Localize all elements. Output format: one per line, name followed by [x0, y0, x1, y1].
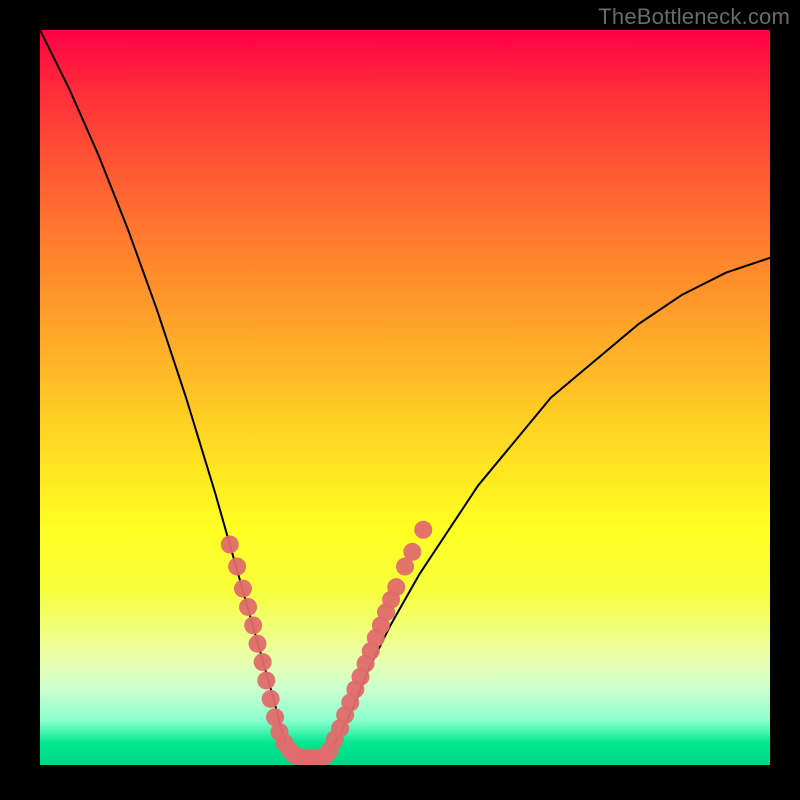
- marker-point: [244, 616, 262, 634]
- marker-point: [414, 521, 432, 539]
- marker-point: [254, 653, 272, 671]
- marker-point: [403, 543, 421, 561]
- curve-layer: [40, 30, 770, 758]
- marker-point: [221, 536, 239, 554]
- plot-area: [40, 30, 770, 765]
- chart-svg: [40, 30, 770, 765]
- marker-point: [228, 558, 246, 576]
- watermark-text: TheBottleneck.com: [598, 4, 790, 30]
- marker-point: [234, 580, 252, 598]
- chart-frame: TheBottleneck.com: [0, 0, 800, 800]
- curve-path: [40, 30, 770, 758]
- marker-point: [249, 635, 267, 653]
- marker-point: [239, 598, 257, 616]
- marker-layer: [221, 521, 432, 765]
- marker-point: [262, 690, 280, 708]
- marker-point: [257, 671, 275, 689]
- marker-point: [387, 578, 405, 596]
